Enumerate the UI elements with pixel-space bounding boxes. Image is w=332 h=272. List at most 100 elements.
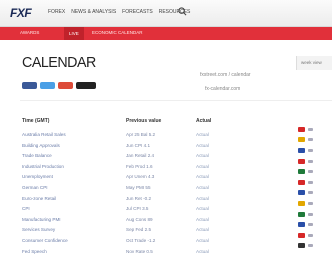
events-column: Time (GMT) Australia Retail Sales Buildi… [22,118,68,257]
impact-indicator-icon [308,148,313,152]
table-cell: Actual [196,216,209,222]
view-selector[interactable]: week view [296,56,332,70]
search-icon[interactable] [178,7,187,16]
table-cell: Apr Unem 4.3 [126,174,155,180]
impact-indicator-icon [308,223,313,227]
impact-indicator-icon [308,212,313,216]
table-row[interactable]: Industrial Production [22,162,68,173]
table-cell: Actual [196,227,209,233]
table-row[interactable]: Australia Retail Sales [22,130,68,141]
menu-item-forecasts[interactable]: FORECASTS [122,9,153,15]
tab-live[interactable]: LIVE [64,27,84,40]
country-flag-icon [298,169,305,175]
table-cell: Feb Prod 1.6 [126,163,153,169]
currency-flag-row [298,198,313,209]
currency-flag-row [298,241,313,252]
currency-flags-column [298,124,313,251]
country-flag-icon [298,243,305,249]
currency-flag-row [298,135,313,146]
table-cell: Nov Rate 0.5 [126,248,153,254]
column-header-actual: Actual [196,118,212,124]
table-row[interactable]: Services Survey [22,225,68,236]
currency-flag-row [298,177,313,188]
main-menu: FOREX NEWS & ANALYSIS FORECASTS RESOURCE… [48,9,190,15]
currency-flag-row [298,166,313,177]
country-flag-icon [298,137,305,143]
country-flag-icon [298,179,305,185]
impact-indicator-icon [308,127,313,131]
country-flag-icon [298,222,305,228]
country-flag-icon [298,232,305,238]
currency-flag-row [298,188,313,199]
table-cell: May PMI 55 [126,184,151,190]
table-row[interactable]: Euro-zone Retail [22,194,68,205]
right-hint: fxstreet.com / calendar [200,72,251,78]
currency-flag-row [298,145,313,156]
impact-indicator-icon [308,201,313,205]
page-title: CALENDAR [22,54,96,71]
currency-flag-row [298,230,313,241]
currency-flag-row [298,156,313,167]
impact-indicator-icon [308,170,313,174]
table-cell: Actual [196,142,209,148]
table-cell: Jun Ret -0.2 [126,195,152,201]
impact-indicator-icon [308,244,313,248]
table-cell: Actual [196,195,209,201]
table-cell: Jul CPI 3.5 [126,206,149,212]
table-cell: Sep Fed 2.5 [126,227,152,233]
top-navigation-bar: FXF FOREX NEWS & ANALYSIS FORECASTS RESO… [0,0,332,27]
table-cell: Aug Cons 89 [126,216,153,222]
section-tab-bar: AWARDS LIVE ECONOMIC CALENDAR [0,27,332,40]
table-row[interactable]: German CPI [22,183,68,194]
table-cell: Actual [196,237,209,243]
impact-indicator-icon [308,191,313,195]
tab-awards[interactable]: AWARDS [20,30,39,35]
site-logo[interactable]: FXF [10,6,32,20]
right-hint-secondary: fx-calendar.com [205,86,241,92]
country-flag-icon [298,126,305,132]
actual-column: Actual Actual Actual Actual Actual Actua… [196,118,211,257]
country-flag-icon [298,211,305,217]
country-flag-icon [298,190,305,196]
table-row[interactable]: Trade Balance [22,151,68,162]
table-cell: Actual [196,206,209,212]
table-cell: Actual [196,174,209,180]
table-row[interactable]: CPI [22,204,68,215]
table-cell: Actual [196,163,209,169]
table-cell: Jan Retail 2.4 [126,153,155,159]
share-buttons [22,82,96,89]
google-share-button[interactable] [58,82,73,89]
impact-indicator-icon [308,233,313,237]
column-header-previous: Previous value [126,118,162,124]
country-flag-icon [298,200,305,206]
impact-indicator-icon [308,159,313,163]
divider [20,100,332,101]
menu-item-news[interactable]: NEWS & ANALYSIS [71,9,116,15]
currency-flag-row [298,124,313,135]
table-cell: Oct Trade -1.2 [126,237,156,243]
previous-column: Previous value Apr 25 Bal 5.2 Jun CPI 4.… [126,118,161,257]
table-cell: Actual [196,184,209,190]
table-row[interactable]: Fed Speech [22,247,68,258]
country-flag-icon [298,158,305,164]
table-row[interactable]: Manufacturing PMI [22,215,68,226]
impact-indicator-icon [308,180,313,184]
more-share-button[interactable] [76,82,96,89]
currency-flag-row [298,209,313,220]
twitter-share-button[interactable] [40,82,55,89]
table-cell: Actual [196,132,209,137]
impact-indicator-icon [308,138,313,142]
table-row[interactable]: Building Approvals [22,141,68,152]
table-row[interactable]: Consumer Confidence [22,236,68,247]
table-cell: Actual [196,248,209,254]
table-cell: Apr 25 Bal 5.2 [126,132,156,137]
column-header-time: Time (GMT) [22,118,50,124]
menu-item-forex[interactable]: FOREX [48,9,65,15]
currency-flag-row [298,219,313,230]
table-cell: Actual [196,153,209,159]
facebook-share-button[interactable] [22,82,37,89]
tab-economic-calendar[interactable]: ECONOMIC CALENDAR [92,30,143,35]
table-cell: Jun CPI 4.1 [126,142,151,148]
country-flag-icon [298,147,305,153]
table-row[interactable]: Unemployment [22,172,68,183]
